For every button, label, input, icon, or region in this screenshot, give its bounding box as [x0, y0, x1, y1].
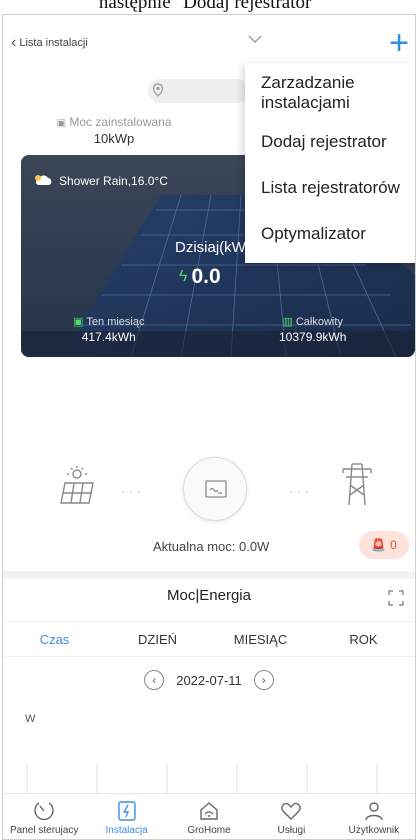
inverter-button[interactable]	[183, 457, 247, 521]
menu-item-manage-installations[interactable]: Zarzadzanie instalacjami	[245, 67, 415, 119]
month-energy: ▣ Ten miesiąc 417.4kWh	[73, 315, 145, 345]
weather-text: Shower Rain,16.0°C	[59, 174, 168, 188]
section-divider	[3, 571, 415, 579]
flow-dots-right: ···	[289, 483, 312, 499]
nav-installation[interactable]: Instalacja	[85, 794, 167, 839]
dashboard-icon	[34, 802, 54, 821]
total-energy: ▥ Całkowity 10379.9kWh	[279, 315, 347, 345]
location-pin-icon	[152, 83, 164, 97]
calendar-icon: ▣	[73, 316, 84, 328]
date-selector: ‹ 2022-07-11 ›	[3, 665, 415, 695]
alarm-icon: 🚨	[371, 538, 387, 552]
total-label: Całkowity	[295, 315, 343, 328]
back-button[interactable]: ‹ Lista instalacji	[11, 34, 88, 51]
tab-month[interactable]: MIESIĄC	[209, 622, 312, 656]
energy-section-title: Moc|Energia	[167, 587, 251, 604]
nav-grohome[interactable]: GroHome	[168, 794, 250, 839]
total-value: 10379.9kWh	[279, 330, 347, 344]
menu-item-logger-list[interactable]: Lista rejestratorów	[245, 165, 415, 211]
chevron-left-icon: ‹	[152, 673, 157, 687]
prev-date-button[interactable]: ‹	[144, 670, 165, 690]
today-label: Dzisiaj(kW	[175, 239, 246, 256]
bottom-nav: Panel sterujacy Instalacja GroHome Usług…	[3, 793, 415, 839]
app-screen: ‹ Lista instalacji + ▣ Moc zainstalowana…	[2, 14, 416, 840]
cloud-rain-icon	[35, 175, 52, 185]
chart-gridlines	[26, 763, 378, 795]
next-date-button[interactable]: ›	[253, 670, 274, 690]
weather: Shower Rain,16.0°C	[33, 173, 168, 189]
menu-item-optimizer[interactable]: Optymalizator	[245, 211, 415, 257]
add-menu-button[interactable]: +	[389, 26, 409, 60]
lightning-icon: ϟ	[179, 268, 188, 285]
alarm-badge[interactable]: 🚨 0	[359, 531, 409, 559]
period-tabs: Czas DZIEŃ MIESIĄC ROK	[3, 621, 415, 657]
tab-time[interactable]: Czas	[3, 622, 106, 656]
menu-item-add-logger[interactable]: Dodaj rejestrator	[245, 119, 415, 165]
location-pill[interactable]	[148, 79, 248, 103]
selected-date[interactable]: 2022-07-11	[176, 673, 242, 688]
capacity-label: Moc zainstalowana	[69, 115, 172, 129]
total-chart-icon: ▥	[282, 316, 293, 328]
inverter-icon	[205, 480, 227, 498]
user-icon	[365, 802, 383, 821]
power-tower-icon	[342, 463, 372, 506]
caption: następnie "Dodaj rejestrator"	[98, 0, 320, 13]
capacity-icon: ▣	[56, 118, 67, 129]
solar-panel-icon	[60, 466, 94, 504]
service-icon	[281, 802, 302, 820]
chevron-left-icon: ‹	[11, 34, 17, 51]
capacity-value: 10kWp	[93, 131, 135, 146]
alarm-count: 0	[390, 538, 397, 552]
month-value: 417.4kWh	[81, 330, 136, 344]
flow-dots-left: ···	[121, 483, 144, 499]
tab-day[interactable]: DZIEŃ	[106, 622, 209, 656]
chevron-down-icon[interactable]	[247, 33, 263, 45]
installed-capacity: ▣ Moc zainstalowana 10kWp	[49, 115, 179, 146]
energy-flow: ··· ···	[3, 443, 415, 523]
home-icon	[200, 802, 218, 820]
tab-year[interactable]: ROK	[312, 622, 415, 656]
nav-user[interactable]: Użytkownik	[333, 794, 415, 839]
add-dropdown-menu: Zarzadzanie instalacjami Dodaj rejestrat…	[245, 63, 415, 263]
chevron-right-icon: ›	[261, 673, 266, 687]
month-label: Ten miesiąc	[86, 315, 145, 328]
fullscreen-icon[interactable]	[387, 589, 405, 607]
today-value: ϟ 0.0	[179, 265, 221, 289]
nav-services[interactable]: Usługi	[250, 794, 332, 839]
actual-power: Aktualna moc: 0.0W	[153, 539, 270, 554]
plant-icon	[117, 801, 136, 821]
chart-axis-unit: W	[25, 713, 36, 725]
today-value-text: 0.0	[191, 265, 221, 288]
nav-dashboard[interactable]: Panel sterujacy	[3, 794, 85, 839]
back-label: Lista instalacji	[19, 37, 88, 49]
